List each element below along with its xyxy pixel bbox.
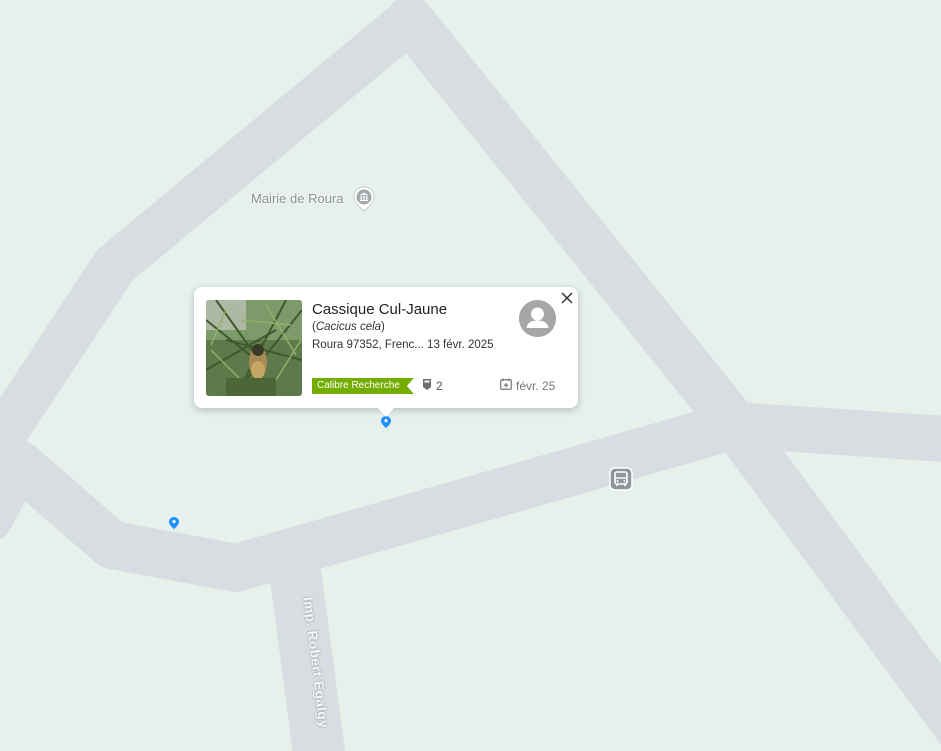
identification-icon [423, 377, 431, 395]
road [0, 443, 42, 540]
calendar-icon [500, 377, 512, 395]
observation-marker[interactable] [169, 516, 179, 529]
observation-popup[interactable]: Cassique Cul-Jaune (Cacicus cela) Roura … [194, 287, 578, 417]
observed-date: févr. 25 [500, 377, 556, 395]
observed-date-text: févr. 25 [516, 379, 556, 393]
road [0, 401, 759, 592]
popup-tip [377, 407, 395, 417]
species-common-name[interactable]: Cassique Cul-Jaune [312, 301, 447, 318]
species-scientific-name: (Cacicus cela) [312, 321, 385, 333]
road [711, 401, 941, 745]
observation-photo[interactable] [206, 300, 302, 396]
identifications-count: 2 [423, 379, 443, 393]
identifications-count-value: 2 [436, 379, 443, 393]
observation-place-date: Roura 97352, Frenc... 13 févr. 2025 [312, 339, 494, 351]
map-canvas[interactable]: Mairie de Roura Imp. Robert Egalgy Cassi… [0, 0, 941, 751]
poi-label-town-hall[interactable]: Mairie de Roura [251, 191, 344, 206]
bus-stop-icon[interactable] [609, 467, 633, 491]
town-hall-icon[interactable] [353, 186, 375, 212]
close-icon[interactable] [560, 291, 574, 305]
user-avatar-icon[interactable] [519, 300, 556, 337]
quality-grade-badge: Calibre Recherche [312, 378, 414, 394]
